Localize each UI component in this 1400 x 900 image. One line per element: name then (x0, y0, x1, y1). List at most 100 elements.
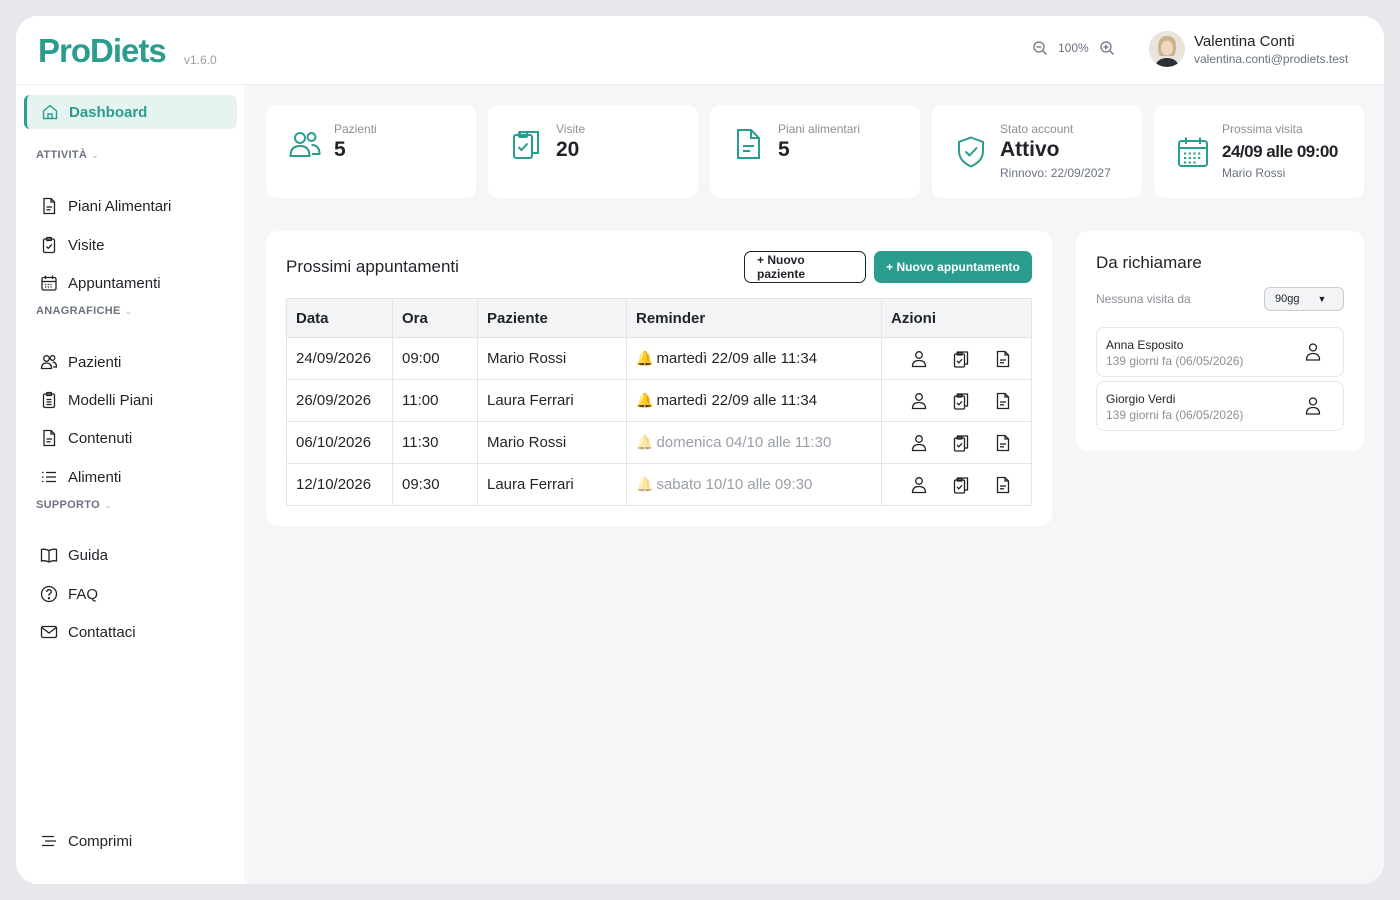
stat-card-pazienti[interactable]: Pazienti 5 (266, 105, 476, 198)
column-header-data[interactable]: Data (286, 298, 393, 338)
cell-time: 09:00 (392, 337, 478, 380)
dropdown-arrow-icon: ▼ (1317, 294, 1327, 304)
stat-sub: Mario Rossi (1222, 166, 1286, 180)
sidebar-item-contenuti[interactable]: Contenuti (40, 426, 132, 450)
stat-label: Visite (556, 122, 586, 136)
document-icon (43, 197, 56, 215)
sidebar-item-label: Alimenti (68, 468, 122, 486)
cell-actions (881, 463, 1032, 506)
cell-time: 11:00 (392, 379, 478, 422)
sidebar-item-guida[interactable]: Guida (40, 543, 108, 567)
zoom-out-icon[interactable] (1032, 40, 1048, 56)
bell-icon: 🔔 (636, 392, 654, 408)
sidebar-item-visite[interactable]: Visite (40, 233, 104, 257)
document-icon[interactable] (995, 476, 1011, 494)
clipboard-check-icon[interactable] (953, 434, 969, 452)
sidebar-item-label: Piani Alimentari (68, 197, 172, 215)
patient-profile-icon[interactable] (911, 350, 927, 368)
sidebar-item-dashboard[interactable]: Dashboard (24, 95, 237, 129)
bell-icon: 🔔 (636, 476, 654, 492)
clipboard-check-icon[interactable] (953, 350, 969, 368)
table-row[interactable]: 24/09/2026 09:00 Mario Rossi 🔔 martedì 22… (286, 337, 1032, 380)
avatar[interactable] (1149, 31, 1185, 67)
reminder-text: martedì 22/09 alle 11:34 (656, 350, 818, 367)
sidebar-item-label: Appuntamenti (68, 274, 161, 292)
sidebar-item-label: Dashboard (69, 103, 148, 121)
section-attivita[interactable]: ATTIVITÀ ⌄ (36, 149, 99, 161)
chevron-down-icon: ⌄ (124, 305, 133, 316)
recall-patient-name: Giorgio Verdi (1106, 392, 1176, 406)
cell-date: 24/09/2026 (286, 337, 393, 380)
patient-profile-icon[interactable] (911, 476, 927, 494)
column-header-reminder[interactable]: Reminder (626, 298, 882, 338)
stat-label: Stato account (1000, 122, 1074, 136)
document-icon[interactable] (995, 434, 1011, 452)
users-icon (289, 132, 321, 157)
table-row[interactable]: 12/10/2026 09:30 Laura Ferrari 🔔 sabato 1… (286, 463, 1032, 506)
recall-filter-label: Nessuna visita da (1096, 292, 1191, 306)
stat-sub: Rinnovo: 22/09/2027 (1000, 166, 1111, 180)
stat-card-piani-alimentari[interactable]: Piani alimentari 5 (710, 105, 920, 198)
app-window: ProDiets v1.6.0 100% Valentina Conti val… (16, 16, 1384, 884)
calendar-icon (1178, 137, 1208, 167)
chevron-down-icon: ⌄ (91, 149, 99, 160)
stat-value: Attivo (1000, 138, 1060, 161)
zoom-in-icon[interactable] (1099, 40, 1115, 56)
bell-icon: 🔔 (636, 434, 654, 450)
table-row[interactable]: 06/10/2026 11:30 Mario Rossi 🔔 domenica 0… (286, 421, 1032, 464)
clipboard-check-icon (513, 131, 539, 159)
calendar-icon (41, 275, 57, 291)
patient-profile-icon[interactable] (1305, 342, 1321, 362)
sidebar-item-label: Contenuti (68, 429, 133, 447)
sidebar-item-faq[interactable]: FAQ (40, 582, 98, 606)
stat-value: 20 (556, 138, 580, 161)
cell-actions (881, 421, 1032, 464)
cell-time: 11:30 (392, 421, 478, 464)
cell-date: 06/10/2026 (286, 421, 393, 464)
recall-period-select[interactable]: 90gg ▼ (1264, 287, 1344, 311)
section-anagrafiche[interactable]: ANAGRAFICHE ⌄ (36, 305, 132, 317)
appointments-card: Prossimi appuntamenti + Nuovo paziente +… (266, 231, 1052, 526)
stat-card-stato-account[interactable]: Stato account Attivo Rinnovo: 22/09/2027 (932, 105, 1142, 198)
patient-profile-icon[interactable] (911, 434, 927, 452)
sidebar-item-piani-alimentari[interactable]: Piani Alimentari (40, 194, 171, 218)
collapse-label: Comprimi (68, 832, 133, 850)
section-supporto[interactable]: SUPPORTO ⌄ (36, 499, 112, 511)
user-menu[interactable]: Valentina Conti valentina.conti@prodiets… (1149, 31, 1348, 67)
column-header-paziente[interactable]: Paziente (477, 298, 627, 338)
recall-list-item[interactable]: Anna Esposito 139 giorni fa (06/05/2026) (1096, 327, 1344, 377)
clipboard-check-icon[interactable] (953, 392, 969, 410)
column-header-ora[interactable]: Ora (392, 298, 478, 338)
stat-card-prossima-visita[interactable]: Prossima visita 24/09 alle 09:00 Mario R… (1154, 105, 1364, 198)
table-row[interactable]: 26/09/2026 11:00 Laura Ferrari 🔔 martedì … (286, 379, 1032, 422)
sidebar-item-alimenti[interactable]: Alimenti (40, 465, 121, 489)
sidebar-item-contattaci[interactable]: Contattaci (40, 620, 136, 644)
cell-reminder: 🔔 martedì 22/09 alle 11:34 (626, 337, 882, 380)
patient-profile-icon[interactable] (911, 392, 927, 410)
new-appointment-button[interactable]: + Nuovo appuntamento (874, 251, 1032, 283)
document-icon[interactable] (995, 350, 1011, 368)
patient-profile-icon[interactable] (1305, 396, 1321, 416)
sidebar-item-appuntamenti[interactable]: Appuntamenti (40, 271, 161, 295)
cell-patient: Laura Ferrari (477, 379, 627, 422)
recall-days-ago: 139 giorni fa (06/05/2026) (1106, 408, 1244, 422)
recall-list-item[interactable]: Giorgio Verdi 139 giorni fa (06/05/2026) (1096, 381, 1344, 431)
sidebar-item-pazienti[interactable]: Pazienti (40, 350, 121, 374)
clipboard-check-icon[interactable] (953, 476, 969, 494)
stat-label: Piani alimentari (778, 122, 861, 136)
collapse-sidebar-button[interactable]: Comprimi (40, 832, 132, 850)
stat-card-visite[interactable]: Visite 20 (488, 105, 698, 198)
clipboard-list-icon (42, 391, 56, 409)
user-email: valentina.conti@prodiets.test (1194, 51, 1349, 66)
new-patient-button[interactable]: + Nuovo paziente (744, 251, 866, 283)
document-icon[interactable] (995, 392, 1011, 410)
app-logo[interactable]: ProDiets (38, 32, 167, 70)
shield-check-icon (958, 136, 984, 168)
sidebar-item-modelli-piani[interactable]: Modelli Piani (40, 388, 153, 412)
list-icon (42, 471, 56, 483)
stat-label: Pazienti (334, 122, 377, 136)
appointments-table: Data Ora Paziente Reminder Azioni 24/09/… (286, 298, 1032, 506)
app-version: v1.6.0 (184, 53, 217, 67)
recall-days-ago: 139 giorni fa (06/05/2026) (1106, 354, 1244, 368)
section-title: ATTIVITÀ (36, 149, 88, 161)
